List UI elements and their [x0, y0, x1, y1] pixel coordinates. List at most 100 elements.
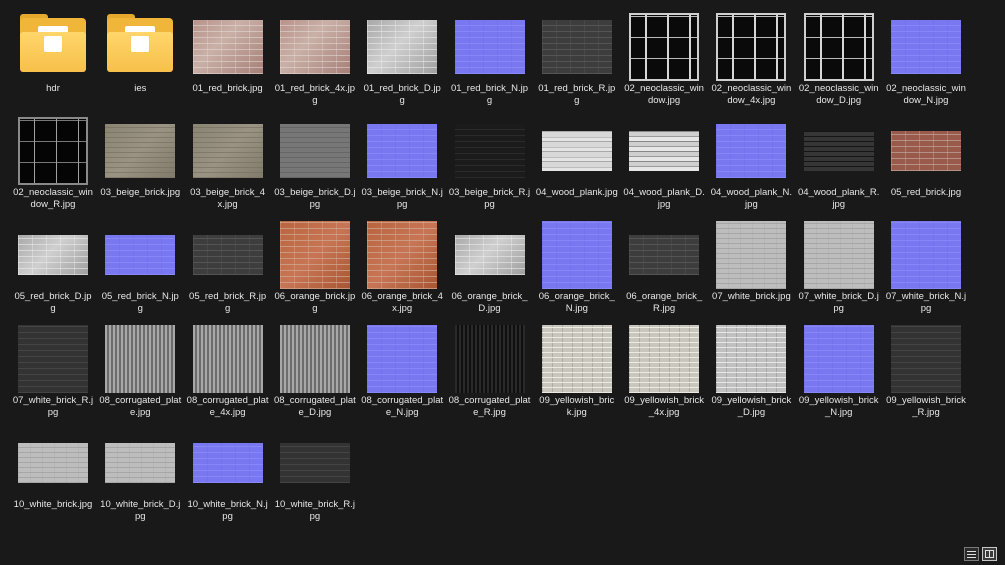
- file-item[interactable]: 09_yellowish_brick_D.jpg: [708, 322, 794, 422]
- file-item[interactable]: 03_beige_brick_R.jpg: [447, 114, 533, 214]
- file-item[interactable]: 06_orange_brick_4x.jpg: [359, 218, 445, 318]
- file-item[interactable]: 05_red_brick_N.jpg: [97, 218, 183, 318]
- file-item[interactable]: 10_white_brick_N.jpg: [185, 426, 271, 526]
- file-item[interactable]: 01_red_brick_N.jpg: [447, 10, 533, 110]
- file-name-label: 05_red_brick_R.jpg: [189, 291, 267, 314]
- file-name-label: 10_white_brick_D.jpg: [100, 499, 181, 522]
- file-name-label: 06_orange_brick_N.jpg: [538, 291, 615, 314]
- file-name-label: 03_beige_brick_R.jpg: [448, 187, 531, 210]
- file-name-label: 03_beige_brick_N.jpg: [361, 187, 443, 210]
- image-thumbnail: [803, 13, 874, 81]
- file-item[interactable]: 01_red_brick_D.jpg: [359, 10, 445, 110]
- file-item[interactable]: 03_beige_brick_N.jpg: [359, 114, 445, 214]
- folder-item-ies[interactable]: ies: [97, 10, 183, 110]
- image-thumbnail: [279, 443, 350, 483]
- file-name-label: 09_yellowish_brick_R.jpg: [886, 395, 966, 418]
- file-item[interactable]: 06_orange_brick_N.jpg: [534, 218, 620, 318]
- file-item[interactable]: 07_white_brick.jpg: [708, 218, 794, 318]
- file-item[interactable]: 02_neoclassic_window_R.jpg: [10, 114, 96, 214]
- image-thumbnail: [454, 235, 525, 275]
- details-view-icon[interactable]: [964, 547, 979, 561]
- file-name-label: 02_neoclassic_window_N.jpg: [886, 83, 966, 106]
- file-item[interactable]: 08_corrugated_plate_N.jpg: [359, 322, 445, 422]
- file-item[interactable]: 02_neoclassic_window_4x.jpg: [708, 10, 794, 110]
- file-name-label: 03_beige_brick_D.jpg: [274, 187, 356, 210]
- file-item[interactable]: 03_beige_brick_D.jpg: [272, 114, 358, 214]
- file-item[interactable]: 02_neoclassic_window_N.jpg: [883, 10, 969, 110]
- image-thumbnail: [541, 20, 612, 74]
- file-item[interactable]: 07_white_brick_N.jpg: [883, 218, 969, 318]
- file-item[interactable]: 09_yellowish_brick.jpg: [534, 322, 620, 422]
- file-name-label: 01_red_brick.jpg: [192, 83, 263, 94]
- file-name-label: 02_neoclassic_window_R.jpg: [13, 187, 93, 210]
- file-name-label: 10_white_brick_R.jpg: [274, 499, 356, 522]
- image-thumbnail: [18, 235, 88, 275]
- file-item[interactable]: 07_white_brick_D.jpg: [796, 218, 882, 318]
- file-item[interactable]: 08_corrugated_plate.jpg: [97, 322, 183, 422]
- image-thumbnail: [192, 20, 263, 74]
- file-item[interactable]: 09_yellowish_brick_N.jpg: [796, 322, 882, 422]
- image-thumbnail: [716, 13, 787, 81]
- file-item[interactable]: 05_red_brick.jpg: [883, 114, 969, 214]
- image-thumbnail: [192, 443, 263, 483]
- file-item[interactable]: 01_red_brick_R.jpg: [534, 10, 620, 110]
- image-thumbnail: [891, 325, 961, 393]
- image-thumbnail: [629, 235, 700, 275]
- file-item[interactable]: 03_beige_brick_4x.jpg: [185, 114, 271, 214]
- file-name-label: 05_red_brick_D.jpg: [14, 291, 92, 314]
- image-thumbnail: [18, 117, 88, 185]
- image-thumbnail: [454, 124, 525, 178]
- file-item[interactable]: 08_corrugated_plate_R.jpg: [447, 322, 533, 422]
- file-name-label: 09_yellowish_brick_4x.jpg: [624, 395, 704, 418]
- file-item[interactable]: 06_orange_brick_D.jpg: [447, 218, 533, 318]
- image-thumbnail: [192, 235, 263, 275]
- file-item[interactable]: 06_orange_brick_R.jpg: [621, 218, 707, 318]
- file-name-label: 01_red_brick_R.jpg: [538, 83, 616, 106]
- file-name-label: 04_wood_plank_N.jpg: [710, 187, 793, 210]
- file-name-label: 09_yellowish_brick.jpg: [539, 395, 615, 418]
- file-item[interactable]: 05_red_brick_R.jpg: [185, 218, 271, 318]
- file-name-label: 02_neoclassic_window_D.jpg: [798, 83, 879, 106]
- file-name-label: 06_orange_brick_4x.jpg: [361, 291, 443, 314]
- file-name-label: 08_corrugated_plate.jpg: [99, 395, 182, 418]
- file-name-label: 06_orange_brick_D.jpg: [451, 291, 528, 314]
- file-item[interactable]: 08_corrugated_plate_4x.jpg: [185, 322, 271, 422]
- file-name-label: 05_red_brick.jpg: [890, 187, 962, 198]
- file-item[interactable]: 01_red_brick.jpg: [185, 10, 271, 110]
- file-item[interactable]: 03_beige_brick.jpg: [97, 114, 183, 214]
- file-name-label: 04_wood_plank_D.jpg: [623, 187, 705, 210]
- file-item[interactable]: 01_red_brick_4x.jpg: [272, 10, 358, 110]
- folder-label: ies: [134, 83, 147, 94]
- file-name-label: 02_neoclassic_window.jpg: [624, 83, 704, 106]
- folder-icon: [20, 14, 86, 72]
- image-thumbnail: [367, 20, 438, 74]
- image-thumbnail: [367, 221, 438, 289]
- image-thumbnail: [716, 221, 787, 289]
- file-item[interactable]: 10_white_brick.jpg: [10, 426, 96, 526]
- file-item[interactable]: 04_wood_plank_N.jpg: [708, 114, 794, 214]
- image-thumbnail: [105, 325, 176, 393]
- file-item[interactable]: 05_red_brick_D.jpg: [10, 218, 96, 318]
- file-item[interactable]: 04_wood_plank_D.jpg: [621, 114, 707, 214]
- file-name-label: 08_corrugated_plate_N.jpg: [361, 395, 444, 418]
- file-item[interactable]: 09_yellowish_brick_4x.jpg: [621, 322, 707, 422]
- image-thumbnail: [192, 124, 263, 178]
- image-thumbnail: [367, 325, 438, 393]
- large-icons-view-icon[interactable]: [982, 547, 997, 561]
- file-item[interactable]: 04_wood_plank.jpg: [534, 114, 620, 214]
- image-thumbnail: [18, 325, 88, 393]
- file-item[interactable]: 02_neoclassic_window.jpg: [621, 10, 707, 110]
- file-item[interactable]: 10_white_brick_D.jpg: [97, 426, 183, 526]
- file-item[interactable]: 08_corrugated_plate_D.jpg: [272, 322, 358, 422]
- image-thumbnail: [454, 325, 525, 393]
- file-item[interactable]: 02_neoclassic_window_D.jpg: [796, 10, 882, 110]
- file-item[interactable]: 07_white_brick_R.jpg: [10, 322, 96, 422]
- file-item[interactable]: 06_orange_brick.jpg: [272, 218, 358, 318]
- file-item[interactable]: 09_yellowish_brick_R.jpg: [883, 322, 969, 422]
- file-name-label: 09_yellowish_brick_D.jpg: [711, 395, 792, 418]
- file-grid: hdr ies 01_red_brick.jpg 01_red_brick_4x.jp…: [10, 10, 980, 540]
- folder-item-hdr[interactable]: hdr: [10, 10, 96, 110]
- file-item[interactable]: 04_wood_plank_R.jpg: [796, 114, 882, 214]
- folder-label: hdr: [46, 83, 60, 94]
- file-item[interactable]: 10_white_brick_R.jpg: [272, 426, 358, 526]
